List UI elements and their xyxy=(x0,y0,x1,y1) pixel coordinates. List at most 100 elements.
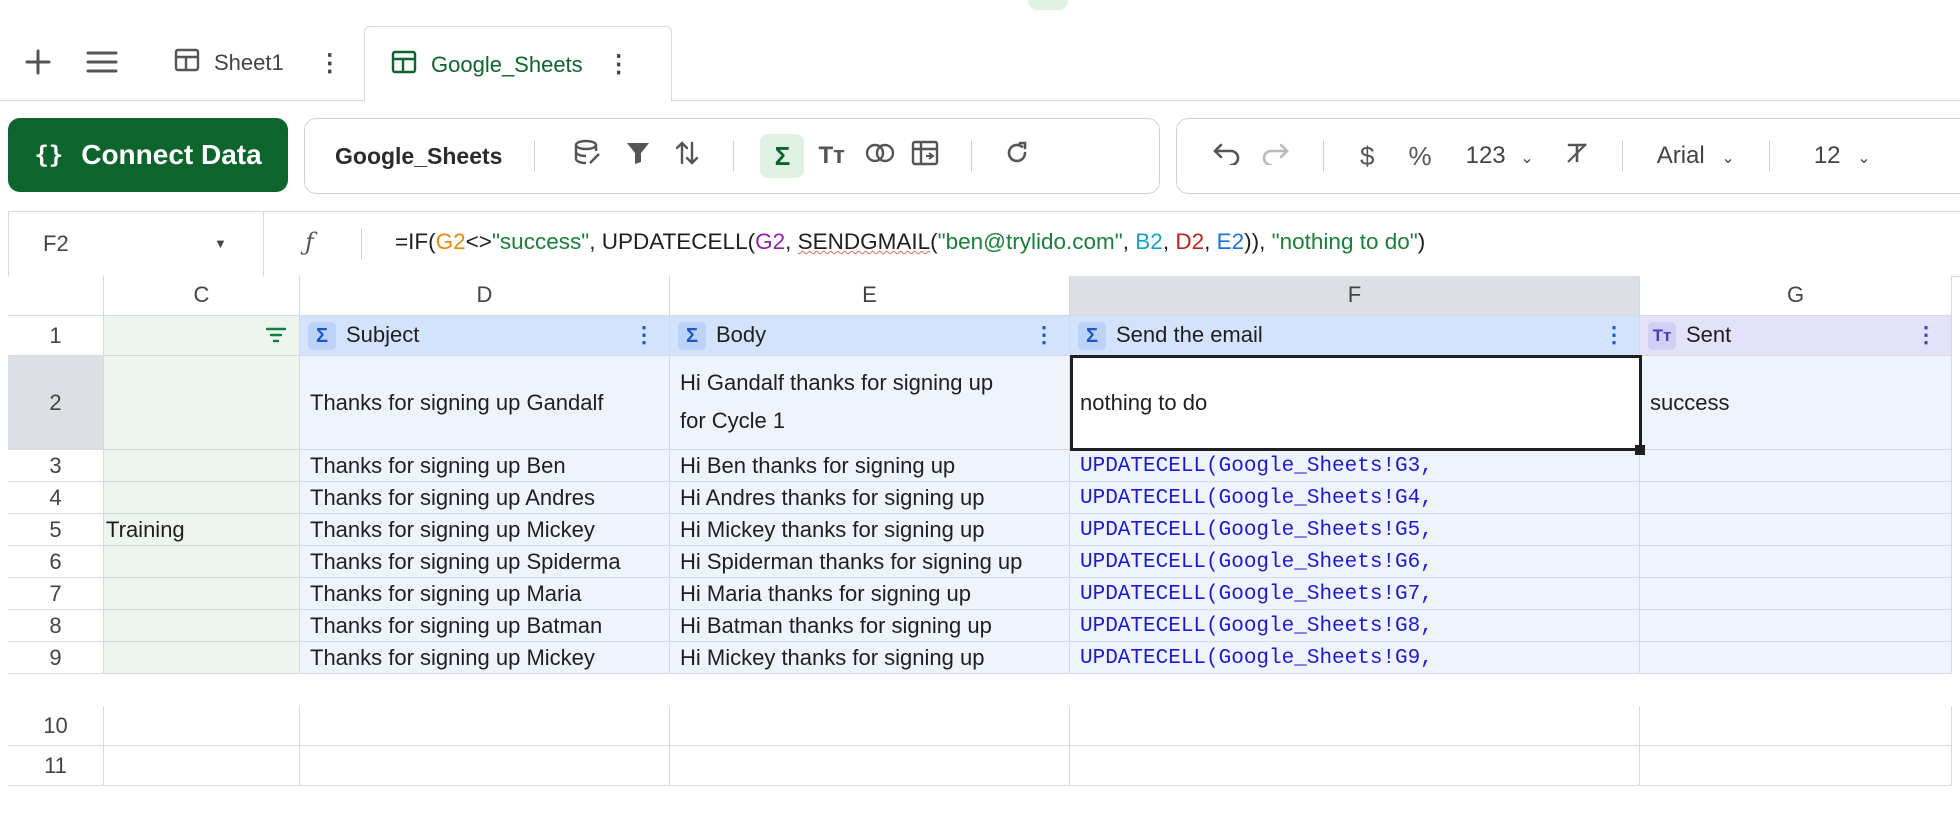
cell-e6[interactable]: Hi Spiderman thanks for signing up xyxy=(670,546,1070,578)
number-format-dropdown[interactable]: 123 ⌄ xyxy=(1466,142,1534,170)
clear-format-icon[interactable] xyxy=(1564,140,1590,173)
cell-f7[interactable]: UPDATECELL(Google_Sheets!G7, xyxy=(1070,578,1640,610)
cell-d5[interactable]: Thanks for signing up Mickey xyxy=(300,514,670,546)
column-menu-icon[interactable]: ⋮ xyxy=(1033,322,1055,348)
select-all-corner[interactable] xyxy=(8,276,104,316)
cell-e4[interactable]: Hi Andres thanks for signing up xyxy=(670,482,1070,514)
cell-c7[interactable] xyxy=(104,578,300,610)
column-c-header-cell[interactable] xyxy=(104,316,300,356)
formula-column-icon[interactable]: Σ xyxy=(760,134,805,178)
font-size-dropdown[interactable]: 12 ⌄ xyxy=(1814,142,1871,170)
formula-input[interactable]: =IF(G2<>"success", UPDATECELL(G2, SENDGM… xyxy=(395,229,1425,255)
text-column-icon[interactable]: Tт xyxy=(818,142,844,170)
column-e-header-cell[interactable]: Σ Body ⋮ xyxy=(670,316,1070,356)
tab-menu-icon[interactable]: ⋮ xyxy=(318,49,342,78)
row-header[interactable]: 10 xyxy=(8,706,104,746)
cell[interactable] xyxy=(670,746,1070,786)
database-settings-icon[interactable] xyxy=(573,139,603,174)
cell-f9[interactable]: UPDATECELL(Google_Sheets!G9, xyxy=(1070,642,1640,674)
add-sheet-icon[interactable] xyxy=(24,48,52,82)
column-header-e[interactable]: E xyxy=(670,276,1070,316)
currency-format-button[interactable]: $ xyxy=(1360,141,1374,172)
row-header[interactable]: 11 xyxy=(8,746,104,786)
column-header-c[interactable]: C xyxy=(104,276,300,316)
column-d-header-cell[interactable]: Σ Subject ⋮ xyxy=(300,316,670,356)
column-f-header-cell[interactable]: Σ Send the email ⋮ xyxy=(1070,316,1640,356)
cell[interactable] xyxy=(1070,706,1640,746)
cell-g9[interactable] xyxy=(1640,642,1952,674)
cell-f5[interactable]: UPDATECELL(Google_Sheets!G5, xyxy=(1070,514,1640,546)
cell[interactable] xyxy=(670,706,1070,746)
cell-e8[interactable]: Hi Batman thanks for signing up xyxy=(670,610,1070,642)
cell-c5[interactable]: Training xyxy=(104,514,300,546)
tab-menu-icon[interactable]: ⋮ xyxy=(607,50,631,79)
cell-f4[interactable]: UPDATECELL(Google_Sheets!G4, xyxy=(1070,482,1640,514)
lookup-icon[interactable] xyxy=(865,140,895,173)
cell[interactable] xyxy=(1640,746,1952,786)
cell-c4[interactable] xyxy=(104,482,300,514)
font-dropdown[interactable]: Arial ⌄ xyxy=(1657,142,1735,170)
row-header[interactable]: 4 xyxy=(8,482,104,514)
cell[interactable] xyxy=(104,746,300,786)
tab-google-sheets[interactable]: Google_Sheets ⋮ xyxy=(364,26,672,102)
row-header[interactable]: 3 xyxy=(8,450,104,482)
pivot-icon[interactable] xyxy=(911,140,941,173)
cell-c6[interactable] xyxy=(104,546,300,578)
all-sheets-menu-icon[interactable] xyxy=(86,50,118,80)
cell-d4[interactable]: Thanks for signing up Andres xyxy=(300,482,670,514)
cell-c3[interactable] xyxy=(104,450,300,482)
row-header[interactable]: 2 xyxy=(8,356,104,450)
tab-sheet1[interactable]: Sheet1 ⋮ xyxy=(174,26,354,100)
cell[interactable] xyxy=(1640,706,1952,746)
cell-f3[interactable]: UPDATECELL(Google_Sheets!G3, xyxy=(1070,450,1640,482)
cell-e3[interactable]: Hi Ben thanks for signing up xyxy=(670,450,1070,482)
cell[interactable] xyxy=(300,706,670,746)
sort-icon[interactable] xyxy=(675,139,699,174)
refresh-icon[interactable] xyxy=(1004,140,1030,173)
row-header[interactable]: 6 xyxy=(8,546,104,578)
cell-g7[interactable] xyxy=(1640,578,1952,610)
cell-d7[interactable]: Thanks for signing up Maria xyxy=(300,578,670,610)
column-menu-icon[interactable]: ⋮ xyxy=(1603,322,1625,348)
fill-handle[interactable] xyxy=(1635,445,1645,455)
cell-e2[interactable]: Hi Gandalf thanks for signing up for Cyc… xyxy=(670,356,1070,450)
row-header[interactable]: 7 xyxy=(8,578,104,610)
cell-f6[interactable]: UPDATECELL(Google_Sheets!G6, xyxy=(1070,546,1640,578)
cell-d2[interactable]: Thanks for signing up Gandalf xyxy=(300,356,670,450)
cell-f8[interactable]: UPDATECELL(Google_Sheets!G8, xyxy=(1070,610,1640,642)
cell[interactable] xyxy=(104,706,300,746)
row-header[interactable]: 5 xyxy=(8,514,104,546)
cell[interactable] xyxy=(300,746,670,786)
cell-g3[interactable] xyxy=(1640,450,1952,482)
row-header[interactable]: 9 xyxy=(8,642,104,674)
row-header[interactable]: 8 xyxy=(8,610,104,642)
name-box[interactable]: F2 ▼ xyxy=(9,212,264,276)
cell-d8[interactable]: Thanks for signing up Batman xyxy=(300,610,670,642)
column-header-f[interactable]: F xyxy=(1070,276,1640,316)
cell-g5[interactable] xyxy=(1640,514,1952,546)
cell-g4[interactable] xyxy=(1640,482,1952,514)
row-header[interactable]: 1 xyxy=(8,316,104,356)
cell-e7[interactable]: Hi Maria thanks for signing up xyxy=(670,578,1070,610)
column-header-d[interactable]: D xyxy=(300,276,670,316)
redo-icon[interactable] xyxy=(1261,141,1291,172)
cell-e9[interactable]: Hi Mickey thanks for signing up xyxy=(670,642,1070,674)
undo-icon[interactable] xyxy=(1211,141,1241,172)
cell-g2[interactable]: success xyxy=(1640,356,1952,450)
cell[interactable] xyxy=(1070,746,1640,786)
cell-d9[interactable]: Thanks for signing up Mickey xyxy=(300,642,670,674)
column-g-header-cell[interactable]: Tт Sent ⋮ xyxy=(1640,316,1952,356)
cell-c2[interactable] xyxy=(104,356,300,450)
cell-c9[interactable] xyxy=(104,642,300,674)
column-menu-icon[interactable]: ⋮ xyxy=(633,322,655,348)
cell-c8[interactable] xyxy=(104,610,300,642)
percent-format-button[interactable]: % xyxy=(1408,141,1431,172)
cell-d6[interactable]: Thanks for signing up Spiderma xyxy=(300,546,670,578)
cell-e5[interactable]: Hi Mickey thanks for signing up xyxy=(670,514,1070,546)
cell-d3[interactable]: Thanks for signing up Ben xyxy=(300,450,670,482)
column-menu-icon[interactable]: ⋮ xyxy=(1915,322,1937,348)
column-header-g[interactable]: G xyxy=(1640,276,1952,316)
connect-data-button[interactable]: {} Connect Data xyxy=(8,118,288,192)
cell-g6[interactable] xyxy=(1640,546,1952,578)
filter-icon[interactable] xyxy=(625,140,651,173)
